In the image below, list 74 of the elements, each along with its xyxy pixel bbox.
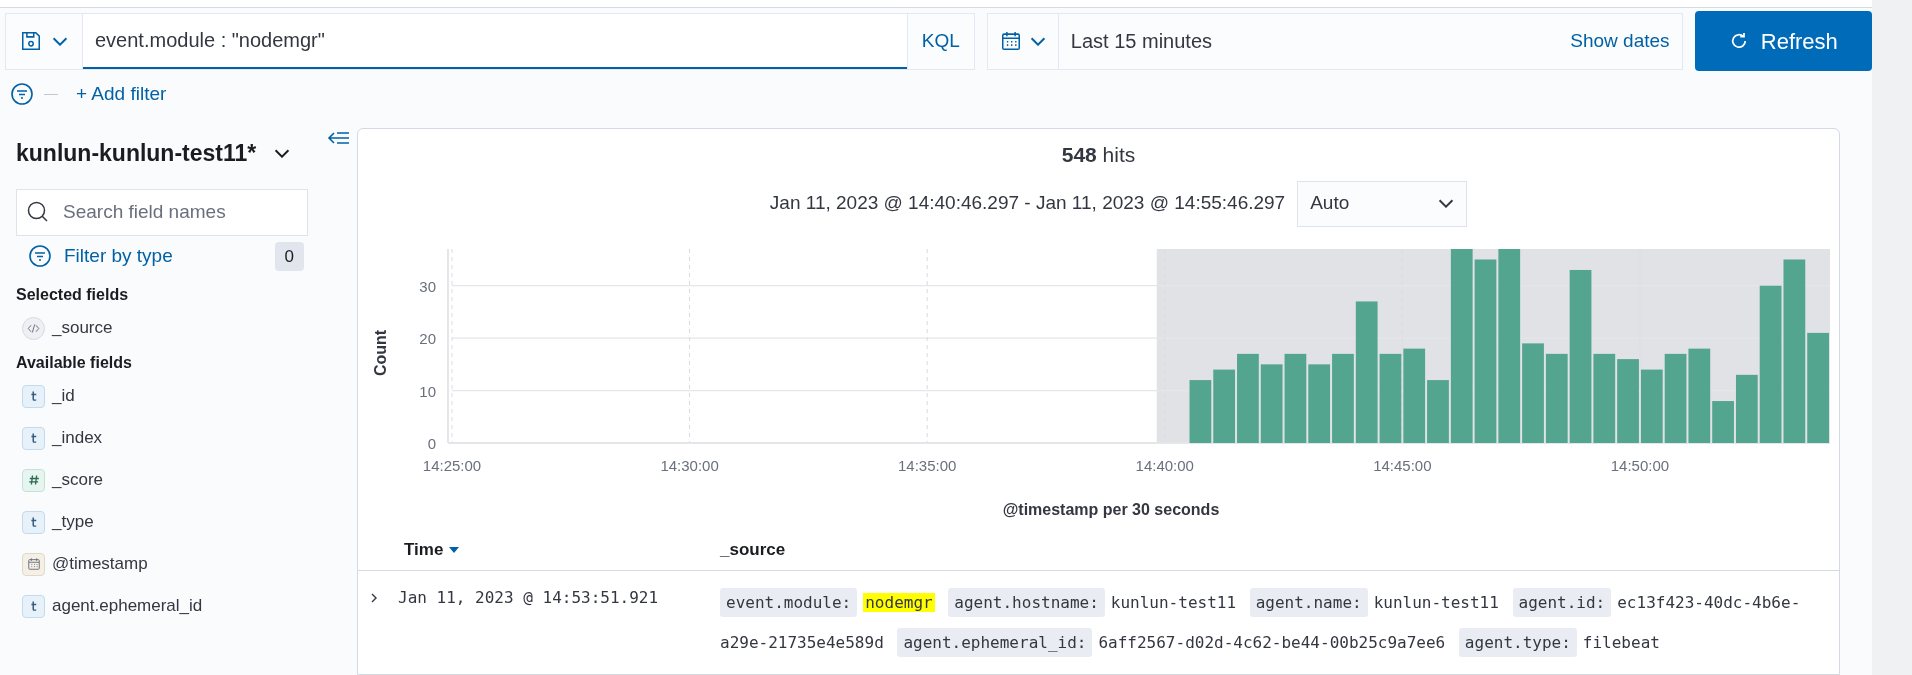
- filter-icon: [10, 82, 34, 106]
- histogram-bar[interactable]: [1474, 259, 1497, 443]
- field-item[interactable]: _index: [16, 417, 351, 459]
- histogram-bar[interactable]: [1237, 353, 1259, 443]
- histogram-bar[interactable]: [1569, 269, 1592, 443]
- histogram-bar[interactable]: [1427, 379, 1449, 443]
- field-item[interactable]: _id: [16, 375, 351, 417]
- refresh-button[interactable]: Refresh: [1694, 11, 1872, 71]
- x-axis-title: @timestamp per 30 seconds: [1002, 500, 1220, 518]
- x-tick-label: 14:30:00: [660, 456, 719, 474]
- language-switcher[interactable]: KQL: [906, 13, 974, 69]
- histogram-bar[interactable]: [1332, 353, 1354, 443]
- search-icon: [26, 199, 50, 224]
- x-tick-label: 14:25:00: [422, 456, 482, 474]
- histogram-bar[interactable]: [1712, 400, 1734, 443]
- source-cell: event.module: nodemgr agent.hostname: kunlun-test11 agent.name: kunlun-test11 agent.id: ec13f423-40dc-4b6e-a29e-21735e4e589d agent.ephemeral_id: 6aff2567-d02d-4c62-be44-00b25c9a7ee6 agent.type: filebeat: [720, 582, 1839, 663]
- caret-icon: [1029, 36, 1046, 46]
- caret-icon: [1438, 199, 1455, 208]
- histogram-bar[interactable]: [1593, 353, 1616, 443]
- y-tick-label: 20: [419, 329, 436, 347]
- time-cell-text: Jan 11, 2023 @ 14:53:51.921: [398, 586, 659, 609]
- column-header[interactable]: _source: [720, 537, 786, 563]
- string-type-icon: [22, 510, 45, 534]
- hits-count: 548 hits: [1061, 142, 1136, 168]
- histogram-bar[interactable]: [1308, 363, 1331, 443]
- section-title: Available fields: [16, 353, 133, 373]
- filter-by-type-button[interactable]: Filter by type: [28, 242, 173, 271]
- query-input[interactable]: event.module : "nodemgr": [83, 13, 907, 69]
- y-tick-label: 30: [419, 277, 436, 295]
- section-title: Selected fields: [16, 285, 130, 305]
- field-item[interactable]: _score: [16, 459, 351, 501]
- time-range-text: Jan 11, 2023 @ 14:40:46.297 - Jan 11, 2023 @ 14:55:46.297: [769, 191, 1286, 216]
- search-field[interactable]: Search field names: [16, 188, 308, 236]
- time-range-label[interactable]: Last 15 minutes: [1070, 26, 1213, 56]
- index-pattern-selector[interactable]: kunlun-kunlun-test11*: [16, 136, 291, 171]
- histogram-bar[interactable]: [1807, 332, 1829, 443]
- saved-query-button[interactable]: [6, 13, 83, 69]
- histogram-bar[interactable]: [1688, 348, 1711, 443]
- add-filter-link[interactable]: + Add filter: [76, 79, 167, 109]
- show-dates-link[interactable]: Show dates: [1570, 26, 1670, 56]
- quick-menu-button[interactable]: [987, 13, 1059, 69]
- code-icon: [22, 316, 45, 340]
- y-tick-label: 10: [419, 382, 436, 400]
- string-type-icon: [22, 384, 45, 408]
- x-tick-label: 14:50:00: [1610, 456, 1670, 474]
- caret-icon: [52, 36, 68, 46]
- field-item[interactable]: _type: [16, 501, 351, 543]
- histogram-bar[interactable]: [1783, 259, 1806, 443]
- field-item[interactable]: agent.ephemeral_id: [16, 585, 351, 627]
- x-tick-label: 14:35:00: [898, 456, 957, 474]
- field-item[interactable]: @timestamp: [16, 543, 351, 585]
- y-tick-label: 0: [427, 434, 436, 452]
- histogram-bar[interactable]: [1759, 285, 1782, 443]
- number-type-icon: [22, 468, 45, 492]
- field-item[interactable]: _source: [16, 307, 351, 349]
- x-tick-label: 14:45:00: [1373, 456, 1432, 474]
- histogram-bar[interactable]: [1522, 342, 1544, 443]
- histogram-bar[interactable]: [1450, 248, 1473, 443]
- interval-select[interactable]: Auto: [1297, 180, 1468, 227]
- filter-count-badge: 0: [274, 241, 304, 271]
- histogram-bar[interactable]: [1213, 369, 1236, 443]
- caret-icon: [274, 148, 291, 158]
- string-type-icon: [22, 594, 45, 618]
- string-type-icon: [22, 426, 45, 450]
- x-tick-label: 14:40:00: [1135, 456, 1194, 474]
- column-header[interactable]: Time: [358, 537, 720, 563]
- calendar-icon: [999, 30, 1022, 52]
- calendar-icon: [22, 552, 45, 576]
- save-icon: [20, 30, 42, 52]
- histogram-bar[interactable]: [1498, 248, 1521, 443]
- histogram-bar[interactable]: [1617, 358, 1639, 443]
- histogram-bar[interactable]: [1403, 348, 1426, 443]
- y-axis-title: Count: [372, 329, 389, 376]
- filter-icon: [28, 244, 52, 269]
